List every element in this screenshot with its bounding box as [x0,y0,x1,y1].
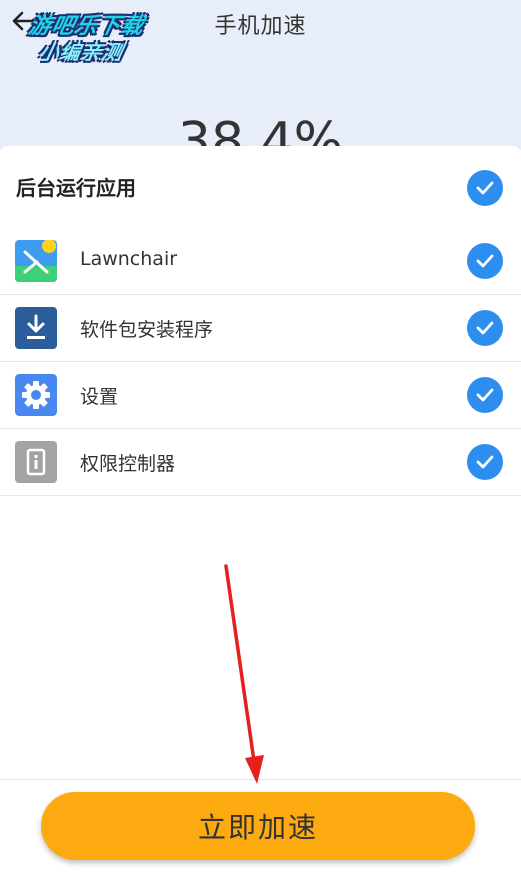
package-installer-icon [15,307,57,349]
app-row-permission-controller[interactable]: 权限控制器 [0,429,521,496]
watermark-line2: 小编亲测 [36,40,126,64]
checkmark-icon [476,181,494,195]
app-row-lawnchair[interactable]: Lawnchair [0,228,521,295]
app-label: Lawnchair [80,248,178,270]
top-header-area: 手机加速 38.4% 游吧乐下载 小编亲测 [0,0,521,150]
boost-now-button[interactable]: 立即加速 [41,792,475,860]
settings-gear-icon [15,374,57,416]
checkmark-icon [476,455,494,469]
app-checkbox[interactable] [467,243,503,279]
app-row-settings[interactable]: 设置 [0,362,521,429]
watermark-logo: 游吧乐下载 小编亲测 [8,8,161,68]
section-title: 后台运行应用 [16,176,136,200]
bottom-action-bar: 立即加速 [0,779,521,882]
checkmark-icon [476,254,494,268]
checkmark-icon [476,388,494,402]
app-checkbox[interactable] [467,377,503,413]
checkmark-icon [476,321,494,335]
select-all-checkbox[interactable] [467,170,503,206]
app-label: 设置 [80,386,119,408]
app-label: 权限控制器 [80,453,176,475]
background-apps-sheet: 后台运行应用 Lawnchair 软件包安装程序 设置 权限控制器 [0,146,521,881]
app-checkbox[interactable] [467,310,503,346]
permission-controller-icon [15,441,57,483]
app-label: 软件包安装程序 [80,319,214,341]
lawnchair-icon [15,240,57,282]
boost-percent-value: 38.4% [177,112,344,150]
section-header: 后台运行应用 [0,146,521,228]
app-row-package-installer[interactable]: 软件包安装程序 [0,295,521,362]
app-checkbox[interactable] [467,444,503,480]
